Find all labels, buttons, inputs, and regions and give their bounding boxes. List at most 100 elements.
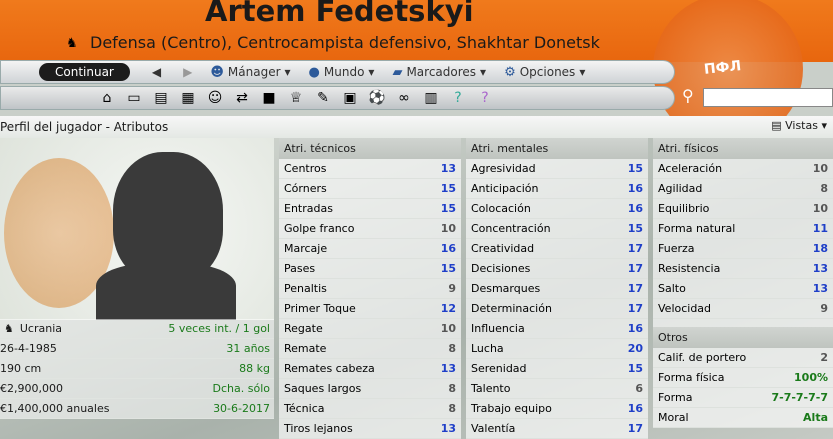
scouting-icon[interactable]: ∞ bbox=[394, 90, 414, 106]
user-icon: ☻ bbox=[210, 64, 224, 80]
attribute-value: 15 bbox=[627, 162, 643, 175]
attribute-value: 13 bbox=[440, 362, 456, 375]
staff-icon[interactable]: ✎ bbox=[313, 90, 333, 106]
attribute-value: 17 bbox=[627, 302, 643, 315]
attribute-name: Serenidad bbox=[471, 362, 527, 375]
info-label: €2,900,000 bbox=[0, 382, 63, 395]
squad-icon[interactable]: ☺ bbox=[205, 90, 225, 106]
attribute-value: 9 bbox=[448, 282, 456, 295]
attribute-row: Forma 7-7-7-7-7 bbox=[653, 388, 833, 408]
info-label: €1,400,000 anuales bbox=[0, 402, 110, 415]
attribute-name: Trabajo equipo bbox=[471, 402, 552, 415]
attribute-row: Tiros lejanos 13 bbox=[279, 419, 461, 439]
attribute-row: Trabajo equipo 16 bbox=[466, 399, 648, 419]
help-icon[interactable]: ? bbox=[448, 90, 468, 106]
toolbar: ⌂ ▭ ▤ ▦ ☺ ⇄ ■ ♕ ✎ ▣ ⚽ ∞ ▥ ? ? bbox=[0, 86, 675, 110]
attribute-value: 13 bbox=[812, 262, 828, 275]
attribute-name: Resistencia bbox=[658, 262, 721, 275]
attribute-name: Técnica bbox=[284, 402, 325, 415]
physical-attributes: Atri. físicos Aceleración 10 Agilidad 8 Equi… bbox=[653, 138, 833, 428]
attribute-row: Primer Toque 12 bbox=[279, 299, 461, 319]
trophy-icon[interactable]: ♕ bbox=[286, 90, 306, 106]
info-label: 190 cm bbox=[0, 362, 42, 375]
attribute-value: 13 bbox=[440, 422, 456, 435]
attribute-name: Marcaje bbox=[284, 242, 328, 255]
attribute-name: Velocidad bbox=[658, 302, 712, 315]
attribute-value: 18 bbox=[812, 242, 828, 255]
attribute-name: Agilidad bbox=[658, 182, 703, 195]
attribute-row: Marcaje 16 bbox=[279, 239, 461, 259]
back-button[interactable]: ◀ bbox=[152, 65, 161, 79]
forward-button[interactable]: ▶ bbox=[183, 65, 192, 79]
attribute-row: Calif. de portero 2 bbox=[653, 348, 833, 368]
home-icon[interactable]: ⌂ bbox=[97, 90, 117, 106]
attribute-name: Determinación bbox=[471, 302, 552, 315]
nav-scores[interactable]: ▰ Marcadores ▾ bbox=[392, 65, 486, 80]
technical-header: Atri. técnicos bbox=[279, 138, 461, 159]
attribute-value: 20 bbox=[627, 342, 643, 355]
search-input[interactable] bbox=[703, 88, 833, 107]
attribute-value: 15 bbox=[627, 362, 643, 375]
attribute-row: Remate 8 bbox=[279, 339, 461, 359]
attribute-value: 16 bbox=[627, 182, 643, 195]
nav-world-label: Mundo bbox=[323, 65, 365, 79]
nav-world[interactable]: ● Mundo ▾ bbox=[309, 65, 375, 80]
attribute-row: Centros 13 bbox=[279, 159, 461, 179]
attribute-row: Valentía 17 bbox=[466, 419, 648, 439]
attribute-value: 17 bbox=[627, 422, 643, 435]
continue-button[interactable]: Continuar bbox=[39, 63, 130, 81]
help2-icon[interactable]: ? bbox=[475, 90, 495, 106]
transfer-icon[interactable]: ⇄ bbox=[232, 90, 252, 106]
tactics-icon[interactable]: ■ bbox=[259, 90, 279, 106]
title-bar: Perfil del jugador - Atributos ▤ Vistas … bbox=[0, 116, 833, 138]
training-icon[interactable]: ⚽ bbox=[367, 90, 387, 106]
flag-icon: ♞ bbox=[4, 322, 14, 335]
finances-icon[interactable]: ▥ bbox=[421, 90, 441, 106]
info-row: €2,900,000 Dcha. sólo bbox=[0, 379, 274, 399]
views-menu[interactable]: ▤ Vistas ▾ bbox=[771, 119, 827, 132]
attribute-row: Córners 15 bbox=[279, 179, 461, 199]
info-value: Dcha. sólo bbox=[212, 382, 270, 395]
nav-options[interactable]: ⚙ Opciones ▾ bbox=[504, 65, 585, 80]
attribute-row: Desmarques 17 bbox=[466, 279, 648, 299]
search-icon[interactable]: ⚲ bbox=[682, 86, 694, 105]
calendar-icon[interactable]: ▦ bbox=[178, 90, 198, 106]
player-silhouette-body bbox=[96, 263, 236, 320]
attribute-value: 15 bbox=[440, 182, 456, 195]
attribute-value: 13 bbox=[812, 282, 828, 295]
attribute-name: Calif. de portero bbox=[658, 351, 747, 364]
attribute-name: Golpe franco bbox=[284, 222, 355, 235]
attribute-value: 17 bbox=[627, 282, 643, 295]
attribute-name: Pases bbox=[284, 262, 316, 275]
attribute-value: 15 bbox=[440, 262, 456, 275]
info-value: 30-6-2017 bbox=[213, 402, 270, 415]
attribute-row: Técnica 8 bbox=[279, 399, 461, 419]
attribute-name: Desmarques bbox=[471, 282, 541, 295]
attribute-value: 16 bbox=[627, 202, 643, 215]
attribute-row: Lucha 20 bbox=[466, 339, 648, 359]
news-icon[interactable]: ▤ bbox=[151, 90, 171, 106]
attribute-name: Salto bbox=[658, 282, 686, 295]
attribute-name: Valentía bbox=[471, 422, 516, 435]
clipboard-icon[interactable]: ▣ bbox=[340, 90, 360, 106]
mental-attributes: Atri. mentales Agresividad 15 Anticipación… bbox=[466, 138, 648, 439]
player-subtitle: Defensa (Centro), Centrocampista defensi… bbox=[90, 33, 600, 52]
globe-icon: ● bbox=[308, 64, 320, 80]
attribute-name: Córners bbox=[284, 182, 327, 195]
nav-manager[interactable]: ☻ Mánager ▾ bbox=[210, 65, 290, 80]
pound-icon[interactable]: ▭ bbox=[124, 90, 144, 106]
attribute-name: Forma bbox=[658, 391, 693, 404]
attribute-value: 17 bbox=[627, 242, 643, 255]
attribute-name: Influencia bbox=[471, 322, 525, 335]
attribute-row: Agilidad 8 bbox=[653, 179, 833, 199]
attribute-name: Forma natural bbox=[658, 222, 736, 235]
attribute-name: Primer Toque bbox=[284, 302, 356, 315]
physical-header: Atri. físicos bbox=[653, 138, 833, 159]
nav-scores-label: Marcadores bbox=[406, 65, 477, 79]
attribute-name: Anticipación bbox=[471, 182, 539, 195]
player-info: ♞ Ucrania 5 veces int. / 1 gol 26-4-1985 31… bbox=[0, 319, 274, 419]
attribute-value: 8 bbox=[448, 382, 456, 395]
attribute-row: Serenidad 15 bbox=[466, 359, 648, 379]
attribute-value: 8 bbox=[448, 342, 456, 355]
attribute-row: Penaltis 9 bbox=[279, 279, 461, 299]
